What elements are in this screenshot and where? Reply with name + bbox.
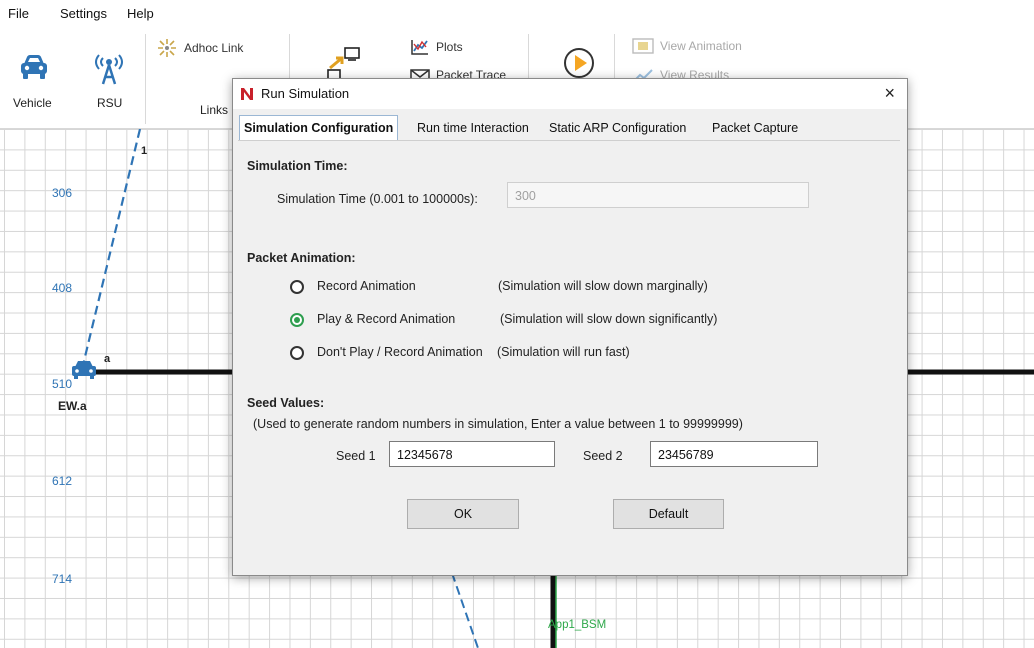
plots-button[interactable]: Plots [410, 38, 463, 56]
play-record-animation-note: (Simulation will slow down significantly… [500, 312, 718, 326]
view-animation-button[interactable]: View Animation [632, 38, 742, 54]
close-icon[interactable]: × [884, 83, 895, 104]
rsu-tower-icon [95, 54, 123, 85]
radio-play-record-animation[interactable] [290, 313, 304, 327]
links-group-label: Links [200, 103, 229, 117]
no-animation-note: (Simulation will run fast) [497, 345, 630, 359]
tab-run-time-interaction[interactable]: Run time Interaction [417, 117, 529, 139]
run-simulation-icon[interactable] [562, 46, 596, 80]
simulation-time-heading: Simulation Time: [247, 159, 348, 173]
record-animation-label: Record Animation [317, 279, 416, 293]
view-animation-icon [632, 38, 654, 54]
app-flow-label: App1_BSM [548, 619, 607, 631]
tab-simulation-configuration[interactable]: Simulation Configuration [239, 115, 399, 141]
adhoc-link-button[interactable]: Adhoc Link [156, 38, 243, 58]
devices-icon[interactable] [326, 46, 366, 80]
dialog-title: Run Simulation [261, 86, 350, 101]
packet-animation-heading: Packet Animation: [247, 251, 356, 265]
vehicle-label: Vehicle [13, 96, 52, 110]
simulation-time-label: Simulation Time (0.001 to 100000s): [277, 192, 478, 206]
y-tick-306: 306 [52, 186, 73, 200]
plots-label: Plots [436, 40, 463, 54]
tab-packet-capture[interactable]: Packet Capture [712, 117, 798, 139]
app-logo-icon [239, 86, 255, 102]
adhoc-link-icon [158, 39, 176, 57]
menu-settings[interactable]: Settings [60, 6, 107, 21]
view-animation-label: View Animation [660, 39, 742, 53]
menu-help[interactable]: Help [127, 6, 154, 21]
menu-file[interactable]: File [8, 6, 29, 21]
y-tick-408: 408 [52, 281, 73, 295]
wireless-link-2 [451, 572, 479, 648]
seed2-input[interactable]: 23456789 [650, 441, 818, 467]
y-tick-612: 612 [52, 474, 73, 488]
y-tick-510: 510 [52, 377, 73, 391]
record-animation-note: (Simulation will slow down marginally) [498, 279, 708, 293]
node-name-label: EW.a [58, 399, 87, 413]
car-icon [21, 55, 47, 79]
default-button[interactable]: Default [613, 499, 724, 529]
seed1-input[interactable]: 12345678 [389, 441, 555, 467]
vehicle-node-icon [72, 361, 96, 379]
seed-values-hint: (Used to generate random numbers in simu… [253, 417, 743, 431]
rsu-button[interactable]: RSU [85, 48, 135, 128]
play-record-animation-label: Play & Record Animation [317, 312, 456, 326]
tab-static-arp-configuration[interactable]: Static ARP Configuration [549, 117, 686, 139]
link-id-label: 1 [141, 145, 148, 157]
y-tick-714: 714 [52, 572, 73, 586]
radio-no-animation[interactable] [290, 346, 304, 360]
rsu-label: RSU [97, 96, 123, 110]
wireless-link-1 [82, 129, 142, 362]
run-simulation-dialog: Run Simulation × Simulation Configuratio… [232, 78, 908, 576]
no-animation-label: Don't Play / Record Animation [317, 345, 483, 359]
menu-bar: File Settings Help [0, 0, 1034, 28]
node-marker-label: a [104, 353, 111, 365]
plots-icon [411, 40, 428, 55]
vehicle-button[interactable]: Vehicle [10, 48, 60, 128]
simulation-time-input[interactable]: 300 [507, 182, 809, 208]
seed1-label: Seed 1 [336, 449, 376, 463]
seed2-label: Seed 2 [583, 449, 623, 463]
adhoc-link-label: Adhoc Link [184, 41, 244, 55]
dialog-title-bar[interactable]: Run Simulation × [233, 79, 907, 109]
seed-values-heading: Seed Values: [247, 396, 325, 410]
ok-button[interactable]: OK [407, 499, 519, 529]
radio-record-animation[interactable] [290, 280, 304, 294]
